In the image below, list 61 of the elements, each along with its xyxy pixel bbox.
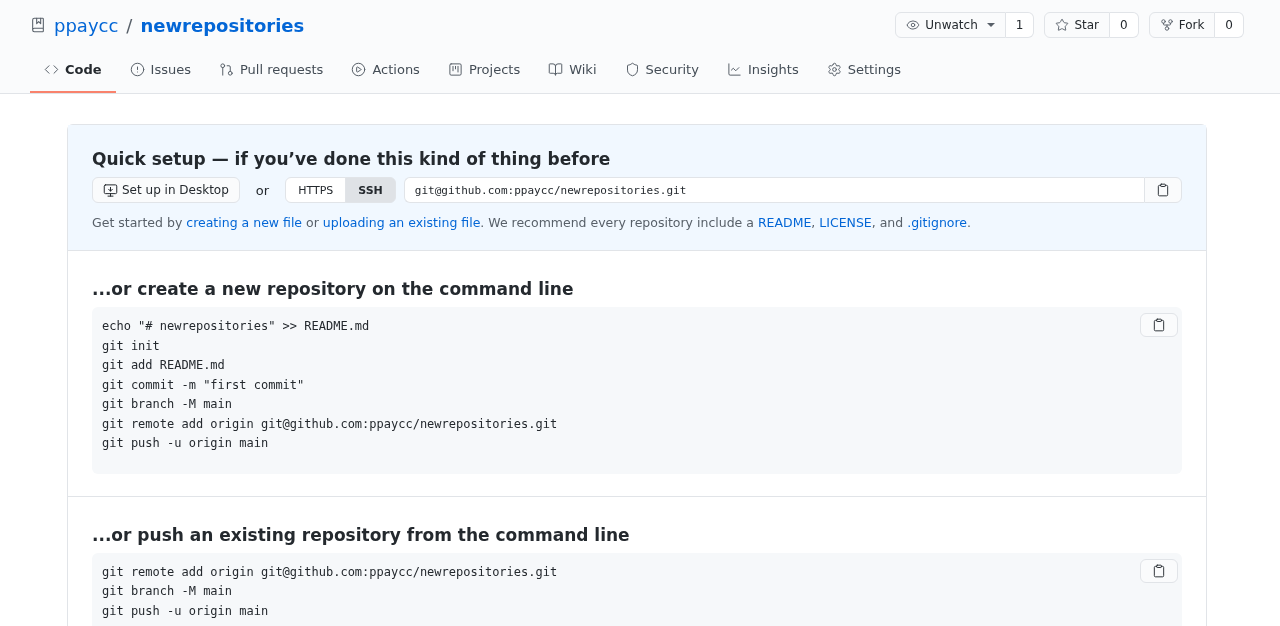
code-line: git branch -M main [102,583,234,600]
copy-button[interactable] [1140,313,1178,337]
star-icon [1055,18,1070,32]
protocol-toggle[interactable]: HTTPS [285,177,347,203]
path-separator: / [126,14,133,36]
repo-tab[interactable]: Code [30,62,116,93]
clipboard-icon [1152,563,1166,578]
code-line: git remote add origin git@github.com:ppaycc/newrepositories.git [102,563,559,581]
code-icon [44,62,59,77]
clipboard-icon [1156,183,1170,197]
section-title: ...or push an existing repository from the command line [92,524,631,545]
circle-alert-icon [129,62,145,77]
copy-button[interactable] [1140,558,1178,583]
play-icon [351,62,367,77]
or-label: or [255,182,270,198]
code-line: git branch -M main [102,396,234,413]
code-line: git init [102,337,161,355]
watch-button[interactable]: Unwatch [895,12,1006,38]
hint-link[interactable]: .gitignore [907,215,968,230]
count-label[interactable]: 1 [1005,12,1035,38]
clone-url-field[interactable]: git@github.com:ppaycc/newrepositories.git [403,177,1144,203]
repo-tab[interactable]: Wiki [534,62,611,93]
copy-button[interactable] [1144,177,1182,203]
section-title: ...or create a new repository on the command line [92,279,575,299]
repo-tab[interactable]: Settings [812,62,916,93]
fork-icon [1159,18,1174,32]
eye-icon [906,18,921,32]
repo-name-link[interactable]: newrepositories [140,14,305,36]
line-chart-icon [726,62,742,77]
repo-owner-link[interactable]: ppaycc [54,14,119,36]
code-line: git remote add origin git@github.com:ppaycc/newrepositories.git [102,415,559,433]
count-label[interactable]: 0 [1215,12,1244,38]
repo-tab[interactable]: Actions [337,62,434,93]
book-icon [548,62,564,77]
star-button[interactable]: Star [1044,12,1110,38]
hint-link[interactable]: LICENSE [819,215,872,230]
pull-request-icon [219,62,234,77]
settings-icon [826,62,842,77]
code-line: git push -u origin main [102,602,270,620]
clipboard-icon [1152,318,1166,332]
setup-hint-text: Get started by creating a new file or uploading an existing file. We recommend every repository include a README, LICENSE, and .gitignore. [92,215,972,230]
repo-tab[interactable]: Security [610,62,713,93]
protocol-toggle[interactable]: SSH [345,177,396,203]
quick-setup-title: Quick setup — if you’ve done this kind of thing before [92,149,612,169]
code-line: git push -u origin main [102,435,270,452]
repo-tab[interactable]: Pull requests [205,62,338,93]
repo-tab[interactable]: Insights [712,62,813,93]
code-line: git add README.md [102,357,226,374]
fork-button[interactable]: Fork [1148,12,1216,38]
shield-icon [624,62,640,77]
code-line: git commit -m "first commit" [102,376,306,394]
count-label[interactable]: 0 [1110,12,1139,38]
repo-icon [30,17,46,33]
repo-tab[interactable]: Projects [433,62,535,93]
desktop-download-icon [103,182,118,198]
repo-tab[interactable]: Issues [115,62,205,93]
code-line: echo "# newrepositories" >> README.md [102,318,371,335]
desktop-button[interactable]: Set up in Desktop [92,177,240,203]
hint-link[interactable]: creating a new file [186,215,303,230]
caret-icon [986,23,995,27]
board-icon [447,62,463,77]
